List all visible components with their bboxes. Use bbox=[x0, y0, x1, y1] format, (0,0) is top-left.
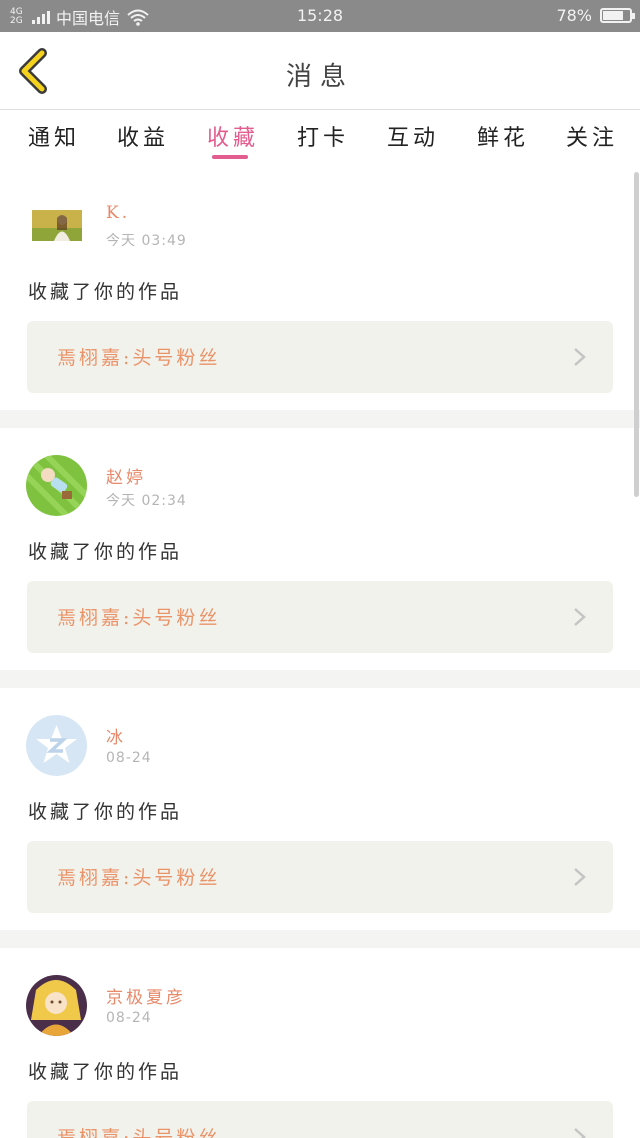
avatar[interactable] bbox=[32, 210, 82, 241]
message-time: 今天 02:34 bbox=[106, 493, 187, 509]
action-text: 收藏了你的作品 bbox=[28, 801, 183, 823]
work-link[interactable]: 焉栩嘉:头号粉丝 bbox=[27, 321, 613, 393]
action-text: 收藏了你的作品 bbox=[28, 1061, 183, 1083]
battery-percent: 78% bbox=[556, 6, 592, 25]
message-time: 今天 03:49 bbox=[106, 233, 187, 249]
avatar[interactable] bbox=[26, 715, 87, 776]
work-title: 焉栩嘉:头号粉丝 bbox=[57, 1127, 221, 1138]
list-item: 京极夏彦 08-24 收藏了你的作品 焉栩嘉:头号粉丝 bbox=[0, 948, 640, 1138]
action-text: 收藏了你的作品 bbox=[28, 541, 183, 563]
username[interactable]: K. bbox=[106, 203, 130, 223]
tab-follow[interactable]: 关注 bbox=[566, 120, 618, 152]
scrollbar[interactable] bbox=[634, 172, 639, 497]
page-title: 消息 bbox=[285, 62, 354, 92]
action-text: 收藏了你的作品 bbox=[28, 281, 183, 303]
tab-earnings[interactable]: 收益 bbox=[117, 120, 169, 152]
status-bar: 4G 2G 中国电信 15:28 78% bbox=[0, 0, 640, 32]
tab-bar: 通知 收益 收藏 打卡 互动 鲜花 关注 bbox=[0, 110, 640, 168]
nav-header: 消息 bbox=[0, 32, 640, 110]
message-list: K. 今天 03:49 收藏了你的作品 焉栩嘉:头号粉丝 赵婷 今天 02:34… bbox=[0, 168, 640, 1138]
list-item: 冰 08-24 收藏了你的作品 焉栩嘉:头号粉丝 bbox=[0, 688, 640, 930]
message-time: 08-24 bbox=[106, 750, 152, 766]
work-link[interactable]: 焉栩嘉:头号粉丝 bbox=[27, 1101, 613, 1138]
work-title: 焉栩嘉:头号粉丝 bbox=[57, 347, 221, 369]
message-time: 08-24 bbox=[106, 1010, 152, 1026]
tab-interaction[interactable]: 互动 bbox=[387, 120, 439, 152]
avatar[interactable] bbox=[26, 455, 87, 516]
chevron-right-icon bbox=[574, 868, 586, 886]
avatar[interactable] bbox=[26, 975, 87, 1036]
list-item: K. 今天 03:49 收藏了你的作品 焉栩嘉:头号粉丝 bbox=[0, 168, 640, 410]
battery-fill bbox=[603, 11, 624, 20]
tab-flowers[interactable]: 鲜花 bbox=[477, 120, 529, 152]
tab-checkin[interactable]: 打卡 bbox=[297, 120, 349, 152]
chevron-right-icon bbox=[574, 348, 586, 366]
work-title: 焉栩嘉:头号粉丝 bbox=[57, 867, 221, 889]
active-tab-indicator bbox=[212, 155, 248, 159]
tab-favorites[interactable]: 收藏 bbox=[207, 120, 259, 152]
work-link[interactable]: 焉栩嘉:头号粉丝 bbox=[27, 841, 613, 913]
chevron-right-icon bbox=[574, 1128, 586, 1138]
username[interactable]: 赵婷 bbox=[106, 463, 146, 488]
clock: 15:28 bbox=[296, 6, 344, 25]
work-link[interactable]: 焉栩嘉:头号粉丝 bbox=[27, 581, 613, 653]
battery-icon bbox=[600, 8, 635, 23]
username[interactable]: 冰 bbox=[106, 723, 126, 748]
username[interactable]: 京极夏彦 bbox=[106, 983, 186, 1008]
chevron-right-icon bbox=[574, 608, 586, 626]
tab-notifications[interactable]: 通知 bbox=[28, 120, 80, 152]
work-title: 焉栩嘉:头号粉丝 bbox=[57, 607, 221, 629]
list-item: 赵婷 今天 02:34 收藏了你的作品 焉栩嘉:头号粉丝 bbox=[0, 428, 640, 670]
